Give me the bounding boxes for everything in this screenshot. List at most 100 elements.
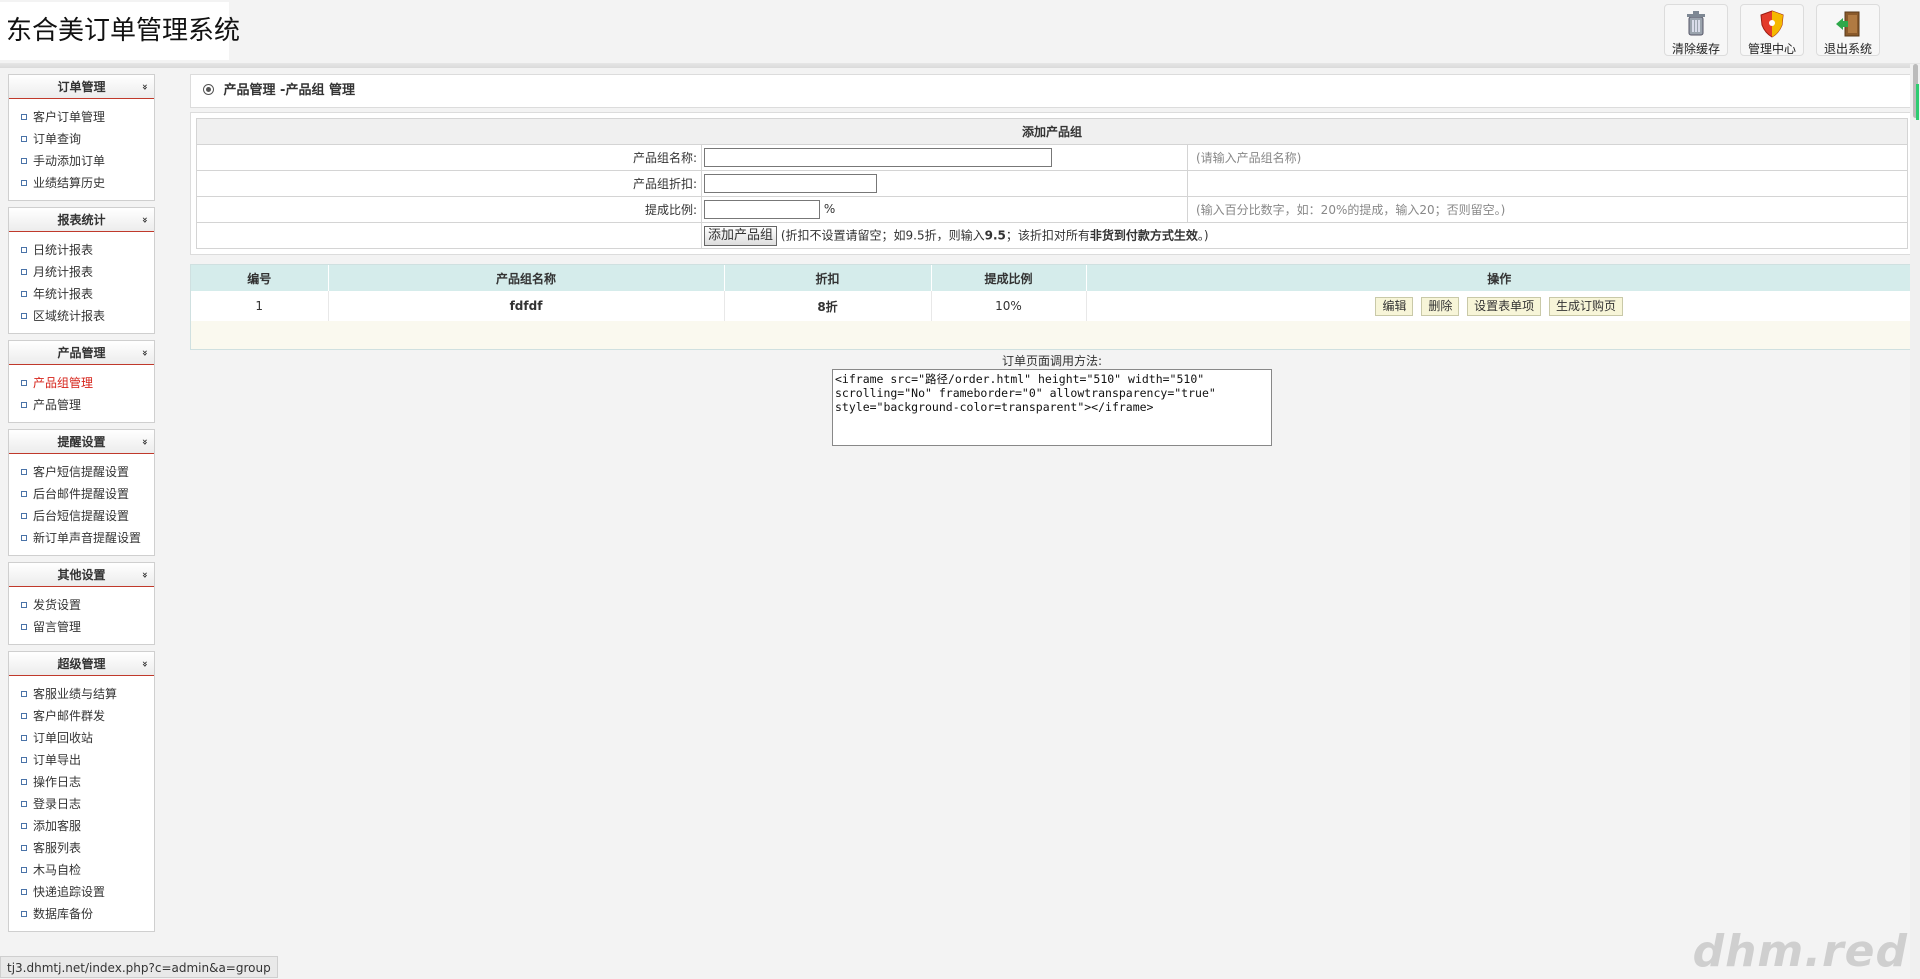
square-bullet-icon	[21, 136, 27, 142]
group-name-input[interactable]	[704, 148, 1052, 167]
trash-icon	[1687, 11, 1705, 36]
square-bullet-icon	[21, 735, 27, 741]
square-bullet-icon	[21, 823, 27, 829]
sidebar-item[interactable]: 后台邮件提醒设置	[9, 483, 154, 505]
menu-group-title: 其他设置	[57, 568, 106, 582]
sidebar-item[interactable]: 新订单声音提醒设置	[9, 527, 154, 549]
sidebar-item[interactable]: 手动添加订单	[9, 150, 154, 172]
add-group-submit-button[interactable]: 添加产品组	[704, 225, 778, 246]
menu-group-header[interactable]: 产品管理 »	[9, 341, 154, 365]
sidebar-item-label: 月统计报表	[33, 265, 94, 279]
sidebar-item[interactable]: 留言管理	[9, 616, 154, 638]
sidebar-item[interactable]: 添加客服	[9, 815, 154, 837]
menu-group-header[interactable]: 订单管理 »	[9, 75, 154, 99]
table-footer	[191, 321, 1913, 349]
sidebar-item[interactable]: 产品组管理	[9, 372, 154, 394]
commission-input[interactable]	[704, 200, 820, 219]
sidebar-item-label: 发货设置	[33, 598, 82, 612]
sidebar-item-label: 订单导出	[33, 753, 82, 767]
sidebar-item[interactable]: 客服列表	[9, 837, 154, 859]
chevron-down-icon: »	[138, 438, 150, 446]
clear-cache-label: 清除缓存	[1671, 42, 1720, 56]
sidebar-item[interactable]: 订单导出	[9, 749, 154, 771]
square-bullet-icon	[21, 158, 27, 164]
sidebar-item[interactable]: 产品管理	[9, 394, 154, 416]
square-bullet-icon	[21, 380, 27, 386]
menu-group-header[interactable]: 超级管理 »	[9, 652, 154, 676]
sidebar-item[interactable]: 快递追踪设置	[9, 881, 154, 903]
square-bullet-icon	[21, 513, 27, 519]
sidebar-item-label: 登录日志	[33, 797, 82, 811]
menu-group-title: 报表统计	[57, 213, 106, 227]
sidebar-item[interactable]: 日统计报表	[9, 239, 154, 261]
discount-note: (折扣不设置请留空；如9.5折，则输入9.5；该折扣对所有非货到付款方式生效。)	[780, 228, 1209, 242]
menu-group: 订单管理 » 客户订单管理订单查询手动添加订单业绩结算历史	[8, 74, 155, 201]
sidebar-item[interactable]: 操作日志	[9, 771, 154, 793]
form-fields-button[interactable]: 设置表单项	[1467, 296, 1542, 316]
sidebar-item[interactable]: 发货设置	[9, 594, 154, 616]
sidebar-item[interactable]: 客户订单管理	[9, 106, 154, 128]
menu-group-title: 提醒设置	[57, 435, 106, 449]
sidebar-item[interactable]: 客户短信提醒设置	[9, 461, 154, 483]
sidebar-item-label: 操作日志	[33, 775, 82, 789]
menu-group-header[interactable]: 提醒设置 »	[9, 430, 154, 454]
page-title-bar: 产品管理 -产品组 管理	[190, 74, 1914, 108]
sidebar-item[interactable]: 客服业绩与结算	[9, 683, 154, 705]
menu-group: 超级管理 » 客服业绩与结算 客户邮件群发 订单回收站订单导出操作日志登录日志添加客服客…	[8, 651, 155, 932]
embed-code-section: 订单页面调用方法: <iframe src="路径/order.html" he…	[190, 352, 1914, 446]
square-bullet-icon	[21, 114, 27, 120]
square-bullet-icon	[21, 602, 27, 608]
menu-group: 产品管理» 产品组管理 产品管理	[8, 340, 155, 423]
sidebar-item-label: 快递追踪设置	[33, 885, 106, 899]
menu-group-title: 订单管理	[57, 80, 106, 94]
sidebar-item[interactable]: 木马自检	[9, 859, 154, 881]
group-discount-input[interactable]	[704, 174, 877, 193]
commission-label: 提成比例:	[196, 196, 702, 223]
delete-button[interactable]: 删除	[1421, 296, 1460, 316]
sidebar-item[interactable]: 区域统计报表	[9, 305, 154, 327]
sidebar: 订单管理 » 客户订单管理 订单查询 手动添加订单 业绩结算历史 报表统计 » 日统计报表 月统计…	[8, 74, 155, 938]
square-bullet-icon	[21, 491, 27, 497]
sidebar-item[interactable]: 订单回收站	[9, 727, 154, 749]
logout-button[interactable]: 退出系统	[1816, 4, 1880, 56]
app-logo-title: 东合美订单管理系统	[0, 2, 240, 60]
sidebar-item[interactable]: 订单查询	[9, 128, 154, 150]
sidebar-item[interactable]: 业绩结算历史	[9, 172, 154, 194]
clear-cache-button[interactable]: 清除缓存	[1664, 4, 1728, 56]
col-header-id: 编号	[191, 265, 329, 291]
cell-name: fdfdf	[328, 291, 725, 321]
cell-discount: 8折	[724, 291, 932, 321]
chevron-down-icon: »	[138, 349, 150, 357]
sidebar-item-label: 订单查询	[33, 132, 82, 146]
sidebar-item-label: 木马自检	[33, 863, 82, 877]
product-group-table: 编号 产品组名称 折扣 提成比例 操作 1 fdfdf 8折 10% 编辑 删除	[191, 265, 1913, 321]
radio-bullet-icon	[203, 84, 214, 95]
menu-group-header[interactable]: 报表统计 »	[9, 208, 154, 232]
sidebar-item-label: 后台短信提醒设置	[33, 509, 130, 523]
page-scrollbar[interactable]	[1910, 64, 1920, 979]
sidebar-item[interactable]: 后台短信提醒设置	[9, 505, 154, 527]
table-header-row: 编号 产品组名称 折扣 提成比例 操作	[191, 265, 1913, 291]
generate-order-page-button[interactable]: 生成订购页	[1549, 296, 1624, 316]
admin-center-button[interactable]: 管理中心	[1740, 4, 1804, 56]
menu-group-header[interactable]: 其他设置 »	[9, 563, 154, 587]
embed-code-textarea[interactable]: <iframe src="路径/order.html" height="510"…	[832, 369, 1272, 446]
sidebar-item-label: 客服列表	[33, 841, 82, 855]
sidebar-item[interactable]: 年统计报表	[9, 283, 154, 305]
sidebar-item[interactable]: 登录日志	[9, 793, 154, 815]
sidebar-item[interactable]: 数据库备份	[9, 903, 154, 925]
main-content: 产品管理 -产品组 管理 添加产品组 产品组名称: (请输入产品组名称) 产品组…	[190, 74, 1914, 446]
chevron-down-icon: »	[138, 660, 150, 668]
edit-button[interactable]: 编辑	[1375, 296, 1414, 316]
sidebar-item[interactable]: 月统计报表	[9, 261, 154, 283]
sidebar-item-label: 业绩结算历史	[33, 176, 106, 190]
sidebar-item[interactable]: 客户邮件群发	[9, 705, 154, 727]
group-name-hint: (请输入产品组名称)	[1187, 144, 1908, 171]
sidebar-item-label: 添加客服	[33, 819, 82, 833]
cell-commission: 10%	[931, 291, 1087, 321]
group-name-label: 产品组名称:	[196, 144, 702, 171]
square-bullet-icon	[21, 247, 27, 253]
sidebar-item-label: 新订单声音提醒设置	[33, 531, 142, 545]
sidebar-item-label: 区域统计报表	[33, 309, 106, 323]
form-heading: 添加产品组	[196, 118, 1908, 145]
